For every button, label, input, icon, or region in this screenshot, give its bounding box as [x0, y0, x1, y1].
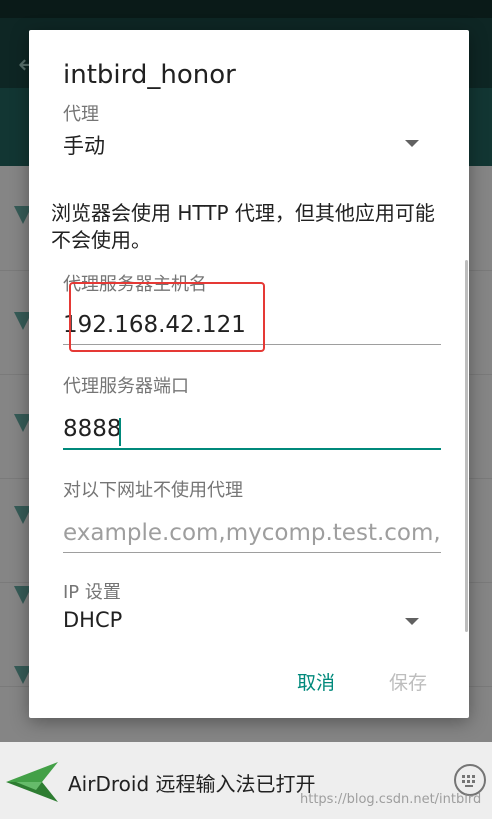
ip-settings-label: IP 设置: [63, 582, 121, 603]
ip-settings-value: DHCP: [63, 608, 123, 632]
proxy-spinner[interactable]: 手动: [29, 126, 469, 160]
annotation-highlight-box: [69, 282, 265, 352]
keyboard-keys-icon: [462, 775, 475, 787]
dropdown-arrow-icon: [405, 140, 419, 147]
proxy-info-text: 浏览器会使用 HTTP 代理，但其他应用可能不会使用。: [51, 201, 435, 252]
proxy-label: 代理: [63, 104, 99, 125]
ip-settings-spinner[interactable]: DHCP: [29, 604, 469, 638]
dialog-title: intbird_honor: [63, 60, 236, 90]
port-label: 代理服务器端口: [63, 376, 189, 397]
bypass-underline: [63, 552, 441, 553]
watermark-text: https://blog.csdn.net/intbird: [300, 792, 482, 807]
cancel-button[interactable]: 取消: [297, 668, 335, 695]
proxy-value: 手动: [63, 134, 105, 158]
screen: ← intbird_honor 代理 手动 浏览器会使用 HTTP 代理，但其他…: [0, 0, 492, 819]
bypass-field-wrap: [63, 520, 441, 553]
bypass-input[interactable]: [63, 520, 441, 546]
bypass-label: 对以下网址不使用代理: [63, 480, 243, 501]
dialog-scrollbar[interactable]: [465, 260, 468, 632]
text-cursor: [119, 418, 121, 446]
notification-text: AirDroid 远程输入法已打开: [68, 772, 316, 796]
port-underline: [63, 448, 441, 450]
airdroid-notification-bar: AirDroid 远程输入法已打开 https://blog.csdn.net/…: [0, 742, 492, 819]
proxy-settings-dialog: intbird_honor 代理 手动 浏览器会使用 HTTP 代理，但其他应用…: [29, 30, 469, 718]
airdroid-logo-icon: [6, 762, 58, 802]
save-button[interactable]: 保存: [389, 668, 427, 695]
dropdown-arrow-icon: [405, 618, 419, 625]
port-field-wrap: [63, 416, 441, 450]
status-bar: [0, 0, 492, 18]
